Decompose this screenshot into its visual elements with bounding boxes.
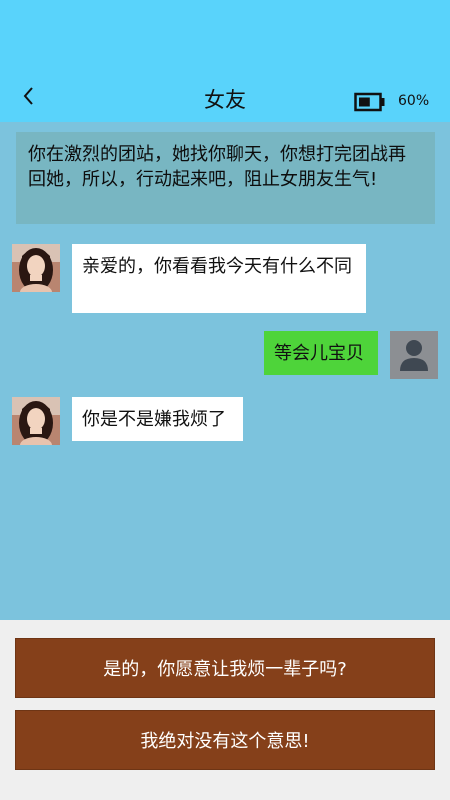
- scenario-prompt: 你在激烈的团站，她找你聊天，你想打完团战再回她，所以，行动起来吧，阻止女朋友生气…: [16, 132, 435, 224]
- girlfriend-avatar: [12, 244, 60, 292]
- choice-panel: 是的，你愿意让我烦一辈子吗? 我绝对没有这个意思!: [0, 620, 450, 800]
- user-silhouette-icon: [390, 331, 438, 379]
- message-bubble-me: 等会儿宝贝: [264, 331, 378, 375]
- message-bubble-girlfriend: 你是不是嫌我烦了: [72, 397, 243, 441]
- battery-icon: [354, 92, 386, 112]
- girlfriend-avatar: [12, 397, 60, 445]
- top-bar: 女友 60%: [0, 0, 450, 122]
- battery-percentage: 60%: [398, 93, 430, 109]
- message-bubble-girlfriend: 亲爱的，你看看我今天有什么不同: [72, 244, 366, 313]
- choice-button-1[interactable]: 是的，你愿意让我烦一辈子吗?: [15, 638, 435, 698]
- battery-fill: [359, 97, 370, 107]
- choice-button-2[interactable]: 我绝对没有这个意思!: [15, 710, 435, 770]
